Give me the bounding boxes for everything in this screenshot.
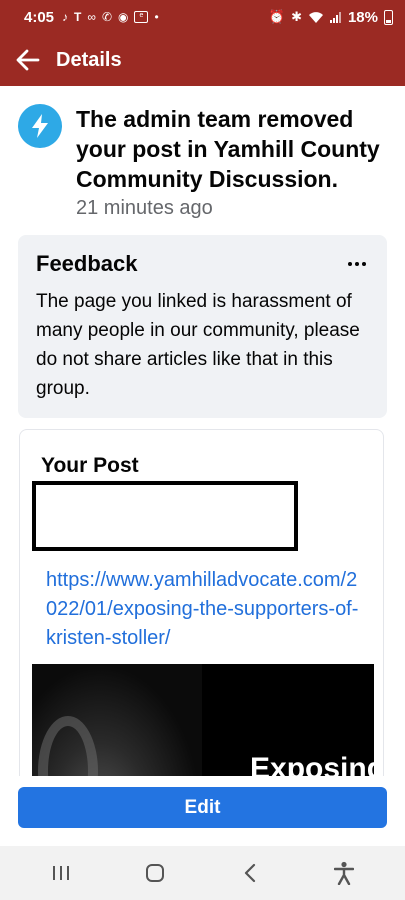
accessibility-button[interactable] (324, 853, 364, 893)
feedback-body: The page you linked is harassment of man… (36, 291, 360, 399)
feedback-box: Feedback The page you linked is harassme… (18, 235, 387, 418)
bottom-action-bar: Edit (0, 776, 405, 846)
feedback-title: Feedback (36, 251, 138, 276)
notification: The admin team removed your post in Yamh… (18, 104, 393, 221)
voicemail-icon: ∞ (87, 10, 96, 24)
home-icon (146, 864, 165, 882)
t-mobile-icon: T (74, 10, 82, 24)
status-system-icons: ⏰ ✱ 18% (269, 9, 393, 26)
preview-photo (32, 664, 202, 776)
details-content[interactable]: The admin team removed your post in Yamh… (0, 86, 405, 776)
missed-call-icon: ✆ (101, 10, 112, 24)
more-dots-icon (348, 262, 352, 266)
lightning-icon (18, 104, 62, 148)
battery-percent: 18% (347, 8, 378, 26)
notification-title: The admin team removed your post in Yamh… (76, 106, 380, 192)
redacted-post-text (32, 481, 298, 551)
arrow-left-icon (16, 49, 40, 71)
tiktok-icon: ♪ (62, 10, 69, 24)
ebay-icon: e (134, 11, 149, 23)
recent-apps-button[interactable] (41, 853, 81, 893)
preview-headline: Exposing (250, 752, 374, 776)
app-header: Details (0, 34, 405, 86)
edit-button[interactable]: Edit (18, 787, 387, 828)
alarm-icon: ⏰ (268, 9, 286, 24)
battery-icon (384, 9, 393, 25)
status-notification-icons: ♪ T ∞ ✆ ◉ e • (62, 11, 159, 23)
messenger-icon: ◉ (118, 10, 129, 24)
system-nav-bar (0, 846, 405, 900)
status-bar: 4:05 ♪ T ∞ ✆ ◉ e • ⏰ ✱ 18% (0, 0, 405, 34)
dot-icon: • (154, 10, 159, 24)
link-preview-image[interactable]: Exposing (32, 664, 374, 776)
post-label: Your Post (41, 454, 139, 477)
notification-time: 21 minutes ago (76, 197, 213, 219)
feedback-header: Feedback (36, 251, 369, 277)
wifi-icon (308, 11, 323, 23)
signal-icon (329, 12, 341, 23)
recent-apps-icon (53, 866, 70, 880)
system-back-button[interactable] (230, 853, 270, 893)
home-button[interactable] (135, 853, 175, 893)
back-button[interactable] (14, 46, 42, 74)
more-dot (362, 262, 366, 266)
post-card: Your Post https://www.yamhilladvocate.co… (19, 429, 384, 776)
more-options-button[interactable] (345, 252, 369, 276)
page-title: Details (56, 48, 122, 71)
more-dot (355, 262, 359, 266)
notification-text: The admin team removed your post in Yamh… (76, 104, 386, 221)
back-icon (244, 863, 255, 883)
status-time: 4:05 (24, 8, 55, 26)
bluetooth-icon: ✱ (291, 9, 302, 24)
post-link[interactable]: https://www.yamhilladvocate.com/2022/01/… (46, 566, 366, 653)
accessibility-icon (333, 861, 354, 885)
